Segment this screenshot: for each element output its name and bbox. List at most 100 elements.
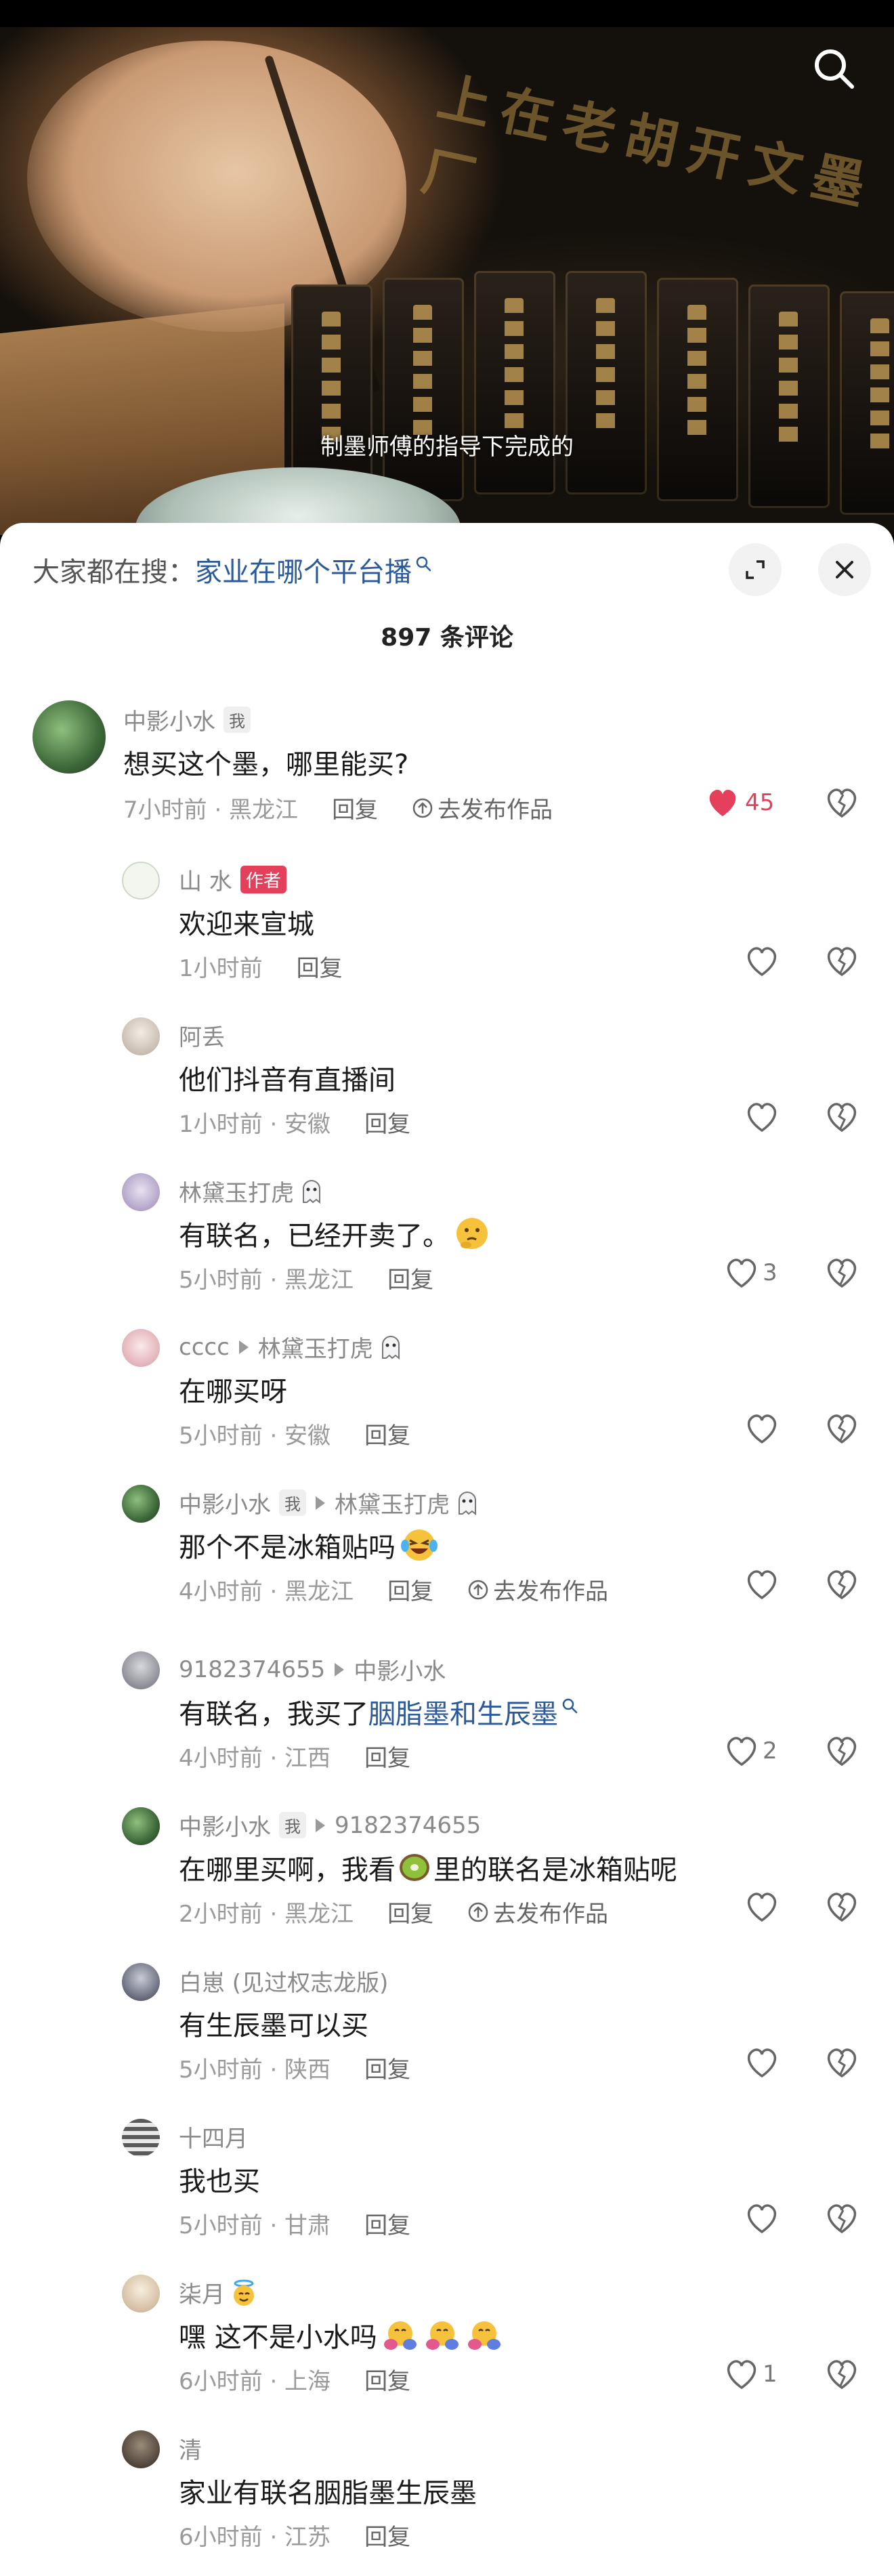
comment-time: 7小时前 · 黑龙江 bbox=[123, 797, 299, 824]
hot-search-suggestion[interactable]: 大家都在搜： 家业在哪个平台播 bbox=[33, 550, 432, 589]
avatar[interactable] bbox=[122, 2119, 160, 2157]
comment-text: 想买这个墨，哪里能买? bbox=[123, 749, 409, 780]
dislike-button[interactable] bbox=[825, 2047, 859, 2081]
expand-button[interactable] bbox=[729, 543, 782, 596]
comment-time: 1小时前 · 安徽 bbox=[179, 1111, 331, 1138]
reply-to-name[interactable]: 林黛玉打虎 bbox=[258, 1330, 373, 1364]
dislike-button[interactable] bbox=[825, 1735, 859, 1769]
comment-author[interactable]: 9182374655 bbox=[179, 1656, 325, 1683]
reply-button[interactable]: 回复 bbox=[364, 2363, 410, 2396]
comment-author[interactable]: 山 水 bbox=[179, 863, 232, 896]
comment-text-continued: 里的联名是冰箱贴呢 bbox=[433, 1855, 677, 1886]
reply-button[interactable]: 回复 bbox=[332, 791, 378, 824]
like-button[interactable] bbox=[745, 2047, 779, 2078]
comment-author[interactable]: 中影小水 bbox=[123, 703, 215, 736]
dislike-button[interactable] bbox=[825, 1891, 859, 1925]
dislike-icon bbox=[827, 2048, 857, 2078]
reply-button[interactable]: 回复 bbox=[387, 1261, 433, 1294]
publish-button[interactable]: 去发布作品 bbox=[412, 791, 553, 824]
avatar[interactable] bbox=[122, 1807, 160, 1845]
video-player[interactable]: 上在老胡开文墨厂 制墨师傅的指导下完成的 bbox=[0, 0, 894, 535]
close-icon bbox=[836, 561, 853, 578]
reply-to-name[interactable]: 9182374655 bbox=[335, 1812, 481, 1839]
like-button[interactable]: 2 bbox=[725, 1735, 778, 1767]
reply-button[interactable]: 回复 bbox=[364, 1739, 410, 1773]
reply-button[interactable]: 回复 bbox=[364, 2051, 410, 2084]
comment-text: 他们抖音有直播间 bbox=[179, 1065, 396, 1096]
like-button[interactable] bbox=[745, 2203, 779, 2234]
avatar[interactable] bbox=[122, 862, 160, 900]
avatar[interactable] bbox=[33, 700, 106, 774]
angel-emoji-icon bbox=[234, 2279, 254, 2306]
avatar[interactable] bbox=[122, 1963, 160, 2001]
comment-link[interactable]: 胭脂墨和生辰墨 bbox=[368, 1692, 558, 1731]
dislike-button[interactable] bbox=[825, 787, 859, 821]
comment-text: 在哪买呀 bbox=[179, 1376, 287, 1408]
like-button[interactable] bbox=[745, 1413, 779, 1444]
like-count: 1 bbox=[763, 2361, 778, 2388]
avatar[interactable] bbox=[122, 2430, 160, 2468]
comment-author[interactable]: 阿丢 bbox=[179, 1019, 225, 1052]
publish-icon bbox=[468, 1580, 488, 1599]
reply-to-name[interactable]: 中影小水 bbox=[354, 1653, 446, 1686]
close-button[interactable] bbox=[818, 543, 871, 596]
avatar[interactable] bbox=[122, 2275, 160, 2313]
reply-button[interactable]: 回复 bbox=[297, 950, 343, 983]
avatar[interactable] bbox=[122, 1485, 160, 1523]
dislike-button[interactable] bbox=[825, 2203, 859, 2237]
reply-button[interactable]: 回复 bbox=[364, 1105, 410, 1139]
like-button[interactable]: 45 bbox=[706, 787, 774, 818]
reply-button[interactable]: 回复 bbox=[387, 1573, 433, 1606]
comment-author[interactable]: cccc bbox=[179, 1334, 230, 1361]
like-button[interactable] bbox=[745, 1101, 779, 1133]
avatar[interactable] bbox=[122, 1173, 160, 1211]
reply-button[interactable]: 回复 bbox=[364, 1417, 410, 1450]
comment-author[interactable]: 林黛玉打虎 bbox=[179, 1175, 294, 1208]
comment-count: 897 条评论 bbox=[381, 624, 513, 652]
heart-icon bbox=[747, 2048, 777, 2078]
avatar[interactable] bbox=[122, 1651, 160, 1689]
search-icon bbox=[815, 49, 854, 89]
dislike-button[interactable] bbox=[825, 946, 859, 979]
heart-icon bbox=[747, 1893, 777, 1922]
dislike-button[interactable] bbox=[825, 1257, 859, 1291]
dislike-icon bbox=[827, 947, 857, 977]
comment-author[interactable]: 中影小水 bbox=[179, 1486, 271, 1519]
dislike-button[interactable] bbox=[825, 1413, 859, 1447]
search-term[interactable]: 家业在哪个平台播 bbox=[195, 550, 412, 589]
comment-author[interactable]: 清 bbox=[179, 2432, 202, 2465]
publish-button[interactable]: 去发布作品 bbox=[467, 1895, 608, 1928]
dislike-icon bbox=[827, 788, 857, 818]
avatar[interactable] bbox=[122, 1329, 160, 1367]
heart-icon bbox=[727, 1737, 757, 1767]
comment-time: 2小时前 · 黑龙江 bbox=[179, 1901, 354, 1928]
reply-button[interactable]: 回复 bbox=[387, 1895, 433, 1928]
reply-item: 柒月 嘿 这不是小水吗 6小时前 · 上海 回复 1 bbox=[0, 2275, 894, 2430]
avatar[interactable] bbox=[122, 1017, 160, 1055]
reply-item: 十四月 我也买 5小时前 · 甘肃 回复 bbox=[0, 2119, 894, 2275]
like-button[interactable]: 3 bbox=[725, 1257, 778, 1288]
comment-author[interactable]: 十四月 bbox=[179, 2120, 248, 2153]
publish-label: 去发布作品 bbox=[493, 1901, 609, 1928]
dislike-button[interactable] bbox=[825, 1569, 859, 1603]
comment-time: 5小时前 · 黑龙江 bbox=[179, 1267, 354, 1294]
like-button[interactable]: 1 bbox=[725, 2359, 778, 2390]
comment-author[interactable]: 中影小水 bbox=[179, 1809, 271, 1842]
video-search-button[interactable] bbox=[810, 45, 857, 92]
heart-icon bbox=[709, 790, 736, 816]
reply-button[interactable]: 回复 bbox=[364, 2518, 410, 2552]
reply-to-name[interactable]: 林黛玉打虎 bbox=[335, 1486, 450, 1519]
dislike-button[interactable] bbox=[825, 1101, 859, 1135]
reply-button[interactable]: 回复 bbox=[364, 2207, 410, 2240]
dislike-button[interactable] bbox=[825, 2359, 859, 2392]
comment-author[interactable]: 柒月 bbox=[179, 2276, 225, 2309]
like-button[interactable] bbox=[745, 1569, 779, 1600]
comment-text: 嘿 这不是小水吗 bbox=[179, 2322, 377, 2353]
like-button[interactable] bbox=[745, 1891, 779, 1922]
like-button[interactable] bbox=[745, 946, 779, 977]
publish-button[interactable]: 去发布作品 bbox=[467, 1573, 608, 1606]
comment-author[interactable]: 白崽 (见过权志龙版) bbox=[179, 1964, 388, 1998]
comment-text: 有联名，已经开卖了。 bbox=[179, 1221, 450, 1252]
heart-icon bbox=[727, 2360, 757, 2390]
thinking-emoji-icon bbox=[456, 1218, 488, 1249]
